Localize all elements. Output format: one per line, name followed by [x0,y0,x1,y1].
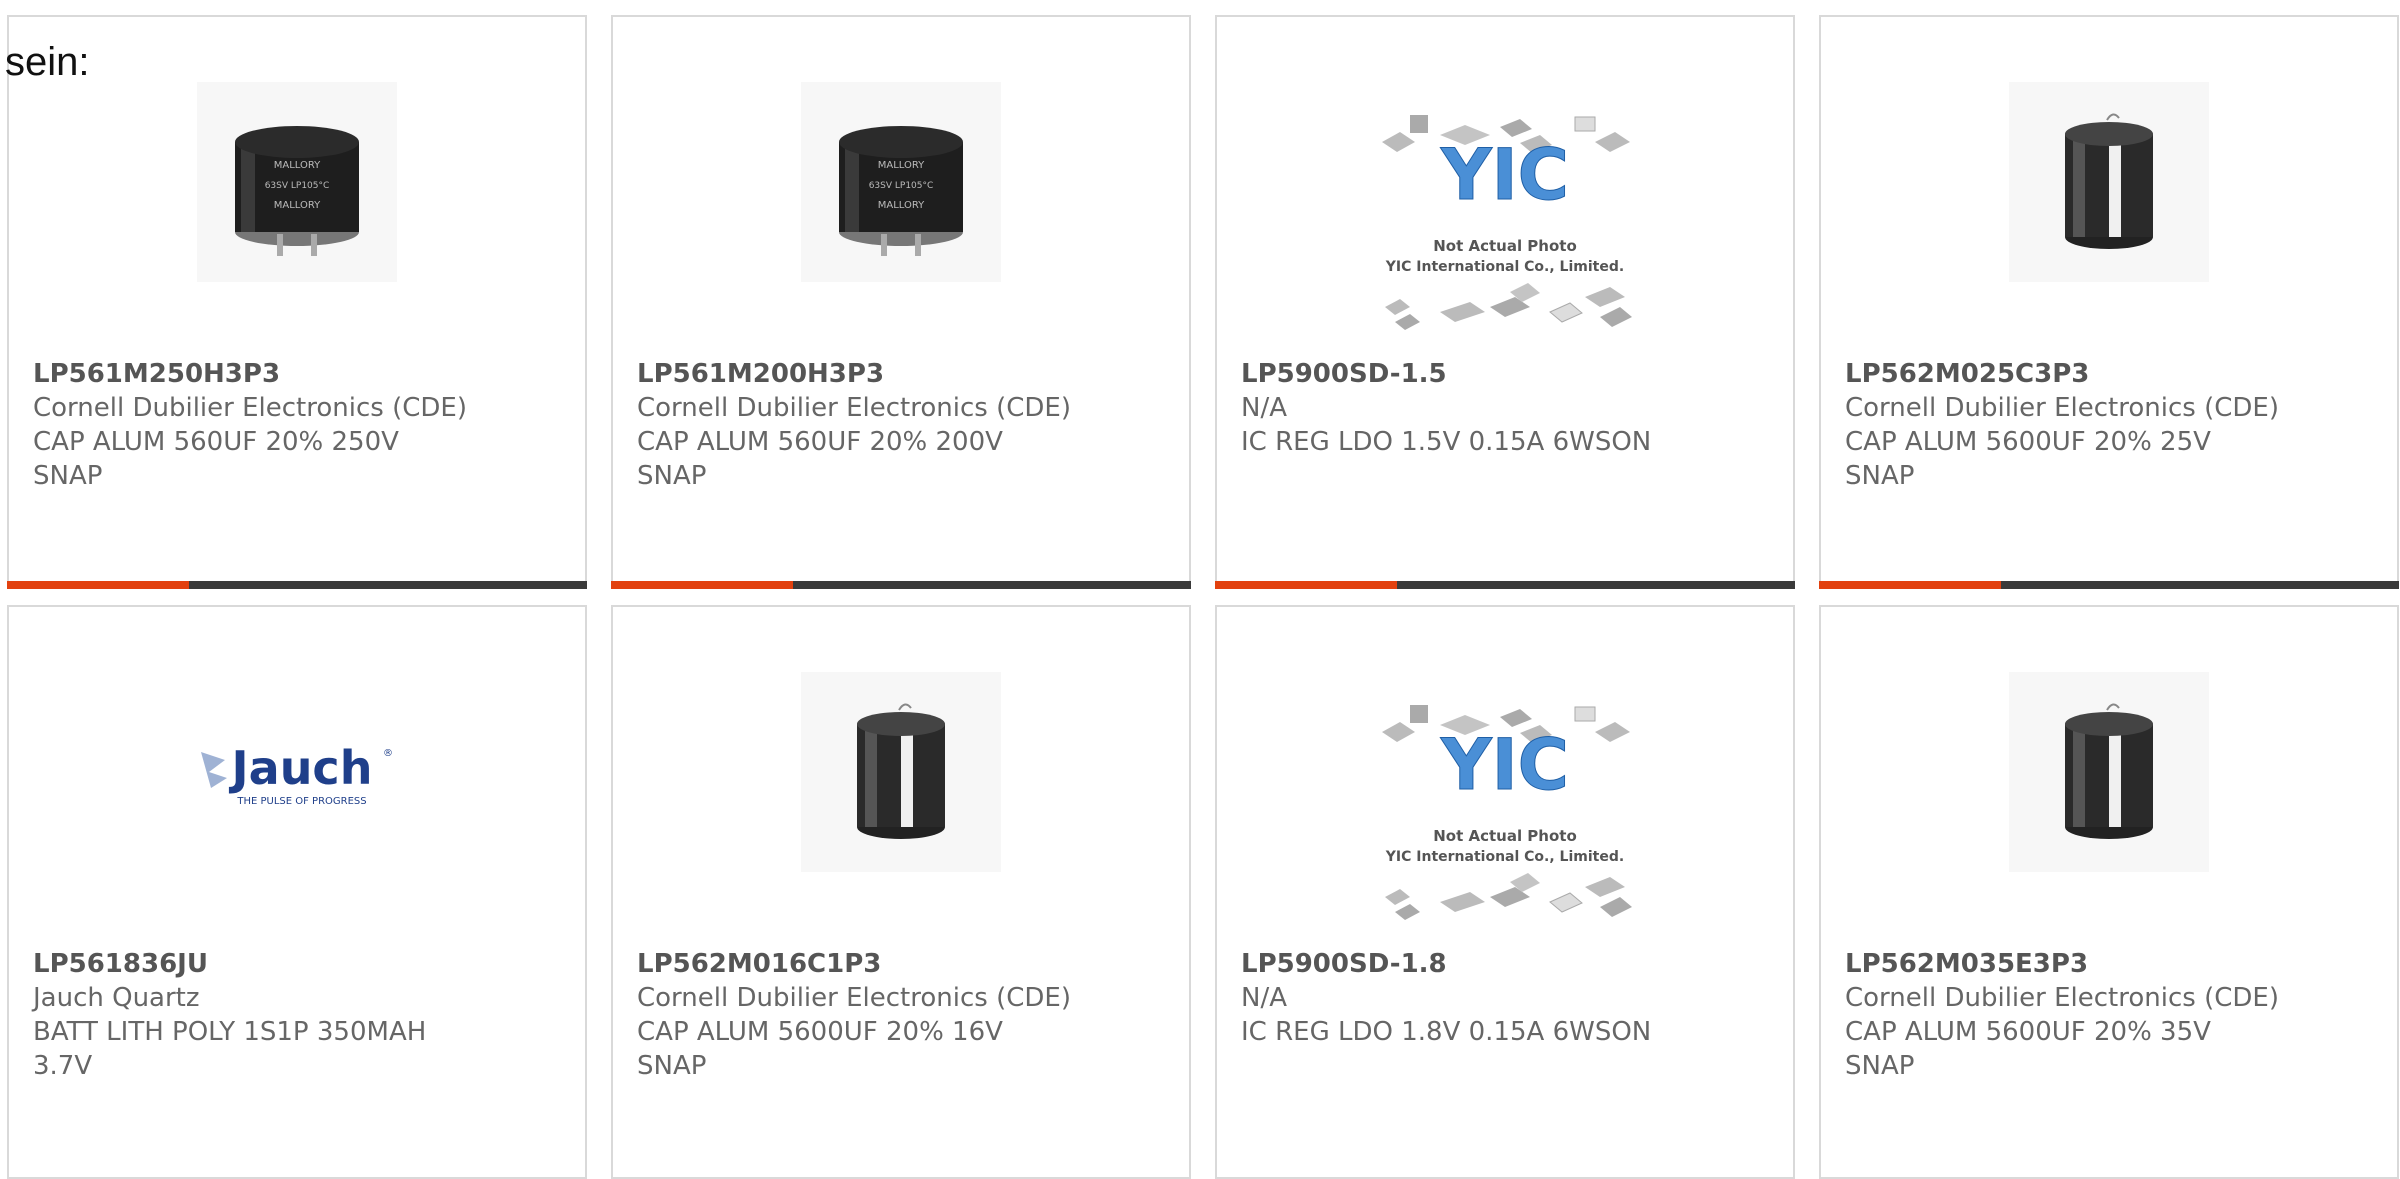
product-image: MALLORY 63SV LP105°C MALLORY [197,82,397,282]
snap-capacitor-icon [2065,113,2153,249]
description: CAP ALUM 560UF 20% 200V [637,427,1003,457]
card-progress-bar [1215,581,1795,589]
mallory-capacitor-icon: MALLORY 63SV LP105°C MALLORY [235,126,359,256]
part-number-link[interactable]: LP562M035E3P3 [1845,947,2377,981]
manufacturer: N/A [1241,983,1287,1013]
svg-text:YIC: YIC [1440,724,1569,806]
svg-text:MALLORY: MALLORY [878,200,925,211]
logo-tagline: THE PULSE OF PROGRESS [236,796,366,807]
product-image: YIC Not Actual Photo YIC International C… [1370,697,1640,937]
product-card[interactable]: LP562M025C3P3 Cornell Dubilier Electroni… [1819,15,2399,589]
product-info: LP562M016C1P3 Cornell Dubilier Electroni… [637,947,1169,1083]
manufacturer: Cornell Dubilier Electronics (CDE) [1845,393,2279,423]
description: CAP ALUM 5600UF 20% 16V [637,1017,1003,1047]
description: CAP ALUM 560UF 20% 250V [33,427,399,457]
card-progress-bar [1819,581,2399,589]
image-caption-1: Not Actual Photo [1433,237,1577,255]
product-image [2009,82,2209,282]
product-image [2009,672,2209,872]
product-info: LP5900SD-1.5 N/A IC REG LDO 1.5V 0.15A 6… [1241,357,1773,459]
manufacturer: Cornell Dubilier Electronics (CDE) [637,983,1071,1013]
product-info: LP561M200H3P3 Cornell Dubilier Electroni… [637,357,1169,493]
image-caption-2: YIC International Co., Limited. [1385,259,1624,275]
description: IC REG LDO 1.5V 0.15A 6WSON [1241,427,1652,457]
description: CAP ALUM 5600UF 20% 25V [1845,427,2211,457]
card-bar-accent [1215,581,1397,589]
product-info: LP562M035E3P3 Cornell Dubilier Electroni… [1845,947,2377,1083]
snap-capacitor-icon [2065,703,2153,839]
product-info: LP561836JU Jauch Quartz BATT LITH POLY 1… [33,947,565,1083]
yic-placeholder-icon: YIC Not Actual Photo YIC International C… [1382,705,1632,920]
svg-text:63SV LP105°C: 63SV LP105°C [869,181,934,191]
product-card[interactable]: YIC Not Actual Photo YIC International C… [1215,15,1795,589]
product-image: YIC Not Actual Photo YIC International C… [1370,107,1640,347]
product-info: LP5900SD-1.8 N/A IC REG LDO 1.8V 0.15A 6… [1241,947,1773,1049]
snap-capacitor-icon [857,703,945,839]
card-bar-accent [611,581,793,589]
description-continued: SNAP [1845,461,1915,491]
product-card[interactable]: Jauch ® THE PULSE OF PROGRESS LP561836JU… [7,605,587,1179]
product-card[interactable]: LP562M016C1P3 Cornell Dubilier Electroni… [611,605,1191,1179]
svg-text:YIC: YIC [1440,134,1569,216]
description: IC REG LDO 1.8V 0.15A 6WSON [1241,1017,1652,1047]
product-grid: MALLORY 63SV LP105°C MALLORY LP561M250H3… [7,15,2399,1179]
description: BATT LITH POLY 1S1P 350MAH [33,1017,427,1047]
manufacturer: Cornell Dubilier Electronics (CDE) [637,393,1071,423]
description-continued: 3.7V [33,1051,93,1081]
card-progress-bar [611,581,1191,589]
part-number-link[interactable]: LP5900SD-1.8 [1241,947,1773,981]
product-card[interactable]: LP562M035E3P3 Cornell Dubilier Electroni… [1819,605,2399,1179]
part-number-link[interactable]: LP561M200H3P3 [637,357,1169,391]
description-continued: SNAP [33,461,103,491]
jauch-logo-icon: Jauch ® THE PULSE OF PROGRESS [201,741,393,807]
description-continued: SNAP [1845,1051,1915,1081]
product-card[interactable]: MALLORY 63SV LP105°C MALLORY LP561M250H3… [7,15,587,589]
svg-text:Jauch: Jauch [229,741,373,795]
product-info: LP562M025C3P3 Cornell Dubilier Electroni… [1845,357,2377,493]
product-image: Jauch ® THE PULSE OF PROGRESS [197,672,397,872]
product-image: MALLORY 63SV LP105°C MALLORY [801,82,1001,282]
card-bar-accent [1819,581,2001,589]
svg-text:MALLORY: MALLORY [274,200,321,211]
svg-text:®: ® [383,748,393,759]
product-card[interactable]: YIC Not Actual Photo YIC International C… [1215,605,1795,1179]
card-bar-accent [7,581,189,589]
description: CAP ALUM 5600UF 20% 35V [1845,1017,2211,1047]
product-info: LP561M250H3P3 Cornell Dubilier Electroni… [33,357,565,493]
svg-text:63SV LP105°C: 63SV LP105°C [265,181,330,191]
part-number-link[interactable]: LP562M016C1P3 [637,947,1169,981]
part-number-link[interactable]: LP562M025C3P3 [1845,357,2377,391]
manufacturer: N/A [1241,393,1287,423]
part-number-link[interactable]: LP5900SD-1.5 [1241,357,1773,391]
part-number-link[interactable]: LP561836JU [33,947,565,981]
yic-placeholder-icon: YIC Not Actual Photo YIC International C… [1382,115,1632,330]
manufacturer: Cornell Dubilier Electronics (CDE) [1845,983,2279,1013]
manufacturer: Jauch Quartz [33,983,200,1013]
svg-text:MALLORY: MALLORY [274,160,321,171]
mallory-capacitor-icon: MALLORY 63SV LP105°C MALLORY [839,126,963,256]
description-continued: SNAP [637,1051,707,1081]
product-card[interactable]: MALLORY 63SV LP105°C MALLORY LP561M200H3… [611,15,1191,589]
svg-text:MALLORY: MALLORY [878,160,925,171]
description-continued: SNAP [637,461,707,491]
manufacturer: Cornell Dubilier Electronics (CDE) [33,393,467,423]
image-caption-1: Not Actual Photo [1433,827,1577,845]
product-image [801,672,1001,872]
image-caption-2: YIC International Co., Limited. [1385,849,1624,865]
part-number-link[interactable]: LP561M250H3P3 [33,357,565,391]
card-progress-bar [7,581,587,589]
page-label: sein: [5,40,90,84]
